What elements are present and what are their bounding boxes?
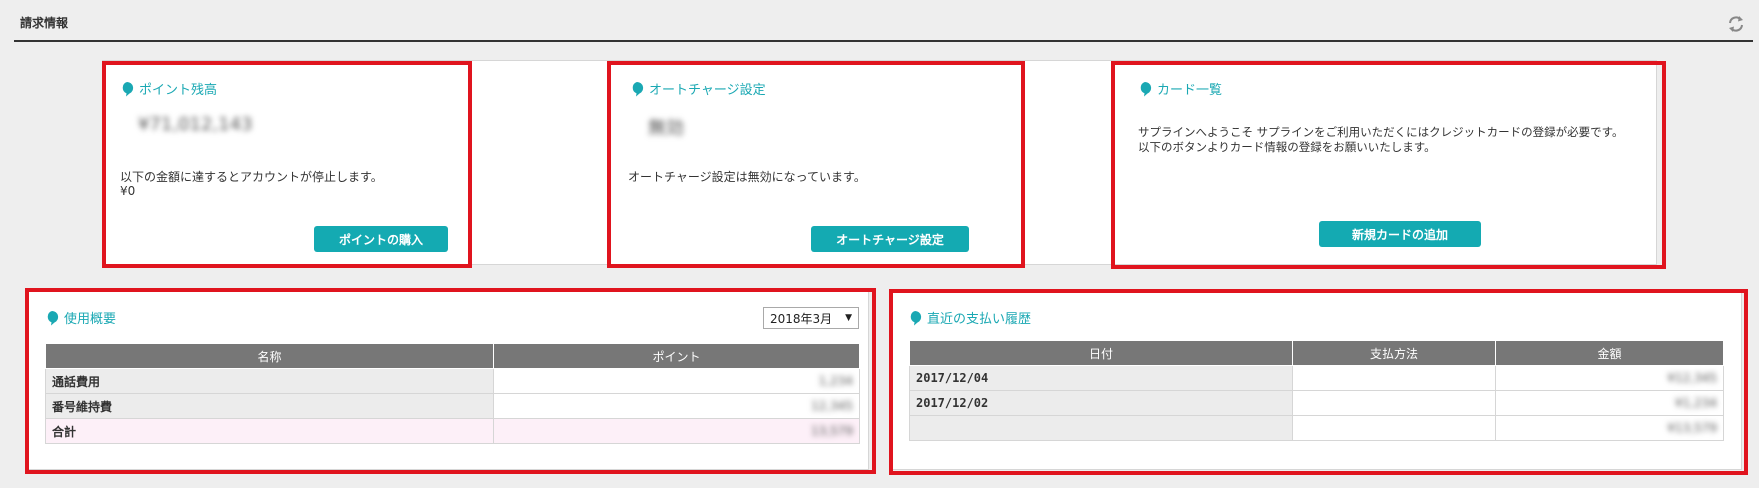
dropdown-arrow-icon: ▼ <box>845 313 852 323</box>
payment-amount: ¥1,234 <box>1495 390 1724 416</box>
payments-table: 日付 支払方法 金額 2017/12/04 ¥12,345 2017/12/02… <box>909 340 1724 441</box>
point-balance-header: ポイント残高 <box>120 79 217 98</box>
usage-item-name: 通話費用 <box>45 368 494 394</box>
usage-header: 使用概要 <box>45 308 116 327</box>
point-balance-note: 以下の金額に達するとアカウントが停止します。 <box>120 170 383 184</box>
auto-charge-header: オートチャージ設定 <box>630 79 766 98</box>
usage-item-points: 12,345 <box>493 393 860 419</box>
auto-charge-settings-button[interactable]: オートチャージ設定 <box>811 226 969 252</box>
card-list-header: カード一覧 <box>1138 79 1222 98</box>
table-row: 2017/12/04 ¥12,345 <box>909 365 1724 391</box>
auto-charge-status: 無効 <box>648 118 684 139</box>
payments-table-header: 日付 支払方法 金額 <box>909 340 1724 366</box>
table-row-total: 合計 13,579 <box>45 418 860 444</box>
usage-item-name: 番号維持費 <box>45 393 494 419</box>
point-balance-title: ポイント残高 <box>139 83 218 98</box>
column-header-date: 日付 <box>909 340 1293 366</box>
payments-title: 直近の支払い履歴 <box>927 312 1032 327</box>
usage-total-label: 合計 <box>45 418 494 444</box>
speech-bubble-icon <box>1140 81 1152 96</box>
usage-table: 名称 ポイント 通話費用 1,234 番号維持費 12,345 合計 13,57… <box>45 343 860 444</box>
refresh-icon[interactable] <box>1726 14 1746 34</box>
card-list-message-line1: サプラインへようこそ サプラインをご利用いただくにはクレジットカードの登録が必要… <box>1138 125 1624 139</box>
payment-method <box>1292 390 1496 416</box>
payment-method <box>1292 365 1496 391</box>
table-row: 番号維持費 12,345 <box>45 393 860 419</box>
month-select[interactable]: 2018年3月 ▼ <box>763 307 859 329</box>
card-list-message-line2: 以下のボタンよりカード情報の登録をお願いいたします。 <box>1138 140 1436 154</box>
usage-title: 使用概要 <box>64 312 117 327</box>
payment-date: 2017/12/02 <box>909 390 1293 416</box>
speech-bubble-icon <box>122 81 134 96</box>
purchase-points-button[interactable]: ポイントの購入 <box>314 226 448 252</box>
column-header-points: ポイント <box>493 343 860 369</box>
add-card-button[interactable]: 新規カードの追加 <box>1319 221 1481 247</box>
title-rule <box>14 40 1753 42</box>
table-row: 通話費用 1,234 <box>45 368 860 394</box>
usage-item-points: 1,234 <box>493 368 860 394</box>
page-title: 請求情報 <box>20 16 69 30</box>
point-balance-value: ¥71,012,143 <box>138 114 253 135</box>
payment-method <box>1292 415 1496 441</box>
column-header-amount: 金額 <box>1495 340 1724 366</box>
payment-date: 2017/12/04 <box>909 365 1293 391</box>
auto-charge-title: オートチャージ設定 <box>649 83 766 98</box>
table-row: 2017/12/02 ¥1,234 <box>909 390 1724 416</box>
usage-table-header: 名称 ポイント <box>45 343 860 369</box>
usage-total-points: 13,579 <box>493 418 860 444</box>
payment-date <box>909 415 1293 441</box>
point-balance-threshold: ¥0 <box>120 184 136 198</box>
speech-bubble-icon <box>47 310 59 325</box>
payment-amount: ¥12,345 <box>1495 365 1724 391</box>
column-header-name: 名称 <box>45 343 494 369</box>
card-list-title: カード一覧 <box>1157 83 1223 98</box>
auto-charge-note: オートチャージ設定は無効になっています。 <box>628 170 866 184</box>
month-select-value: 2018年3月 <box>770 311 833 326</box>
speech-bubble-icon <box>632 81 644 96</box>
payments-header: 直近の支払い履歴 <box>908 308 1031 327</box>
column-header-method: 支払方法 <box>1292 340 1496 366</box>
payment-amount: ¥13,579 <box>1495 415 1724 441</box>
speech-bubble-icon <box>910 310 922 325</box>
table-row: ¥13,579 <box>909 415 1724 441</box>
